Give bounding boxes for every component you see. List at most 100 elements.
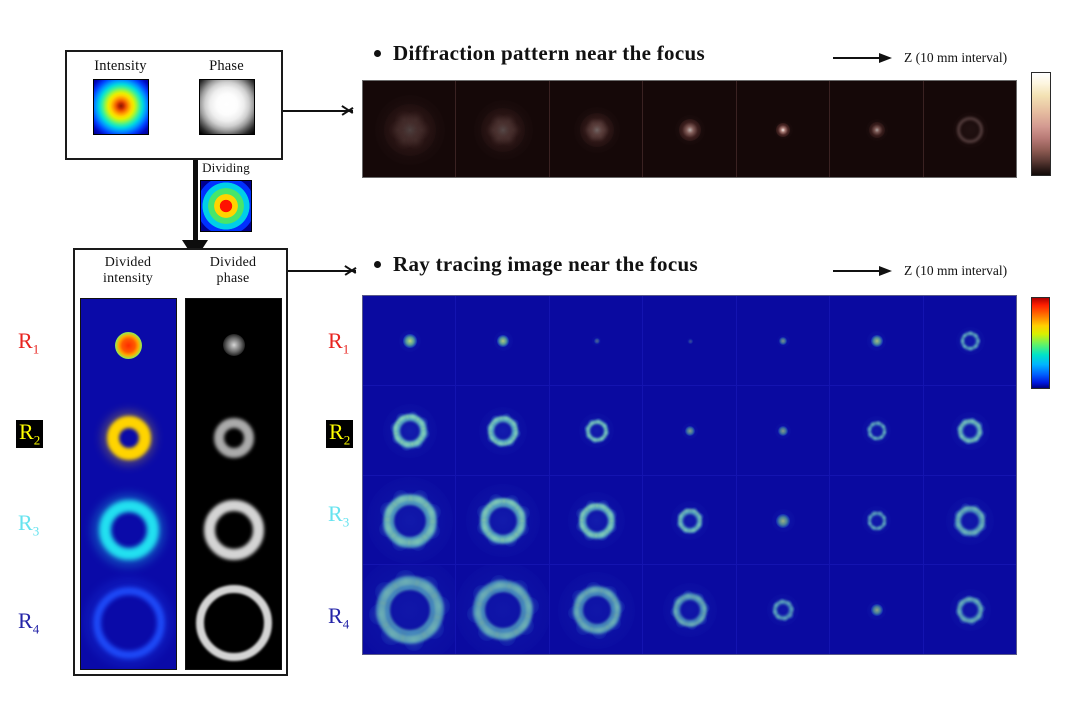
divided-row-label-r2: R2 [16,420,44,449]
raytrace-lobe [676,520,684,528]
raytrace-lobe [959,338,965,344]
raytrace-lobe [970,528,980,538]
raytrace-lobe [487,433,497,443]
divided-phase-annulus-R3 [203,500,264,561]
raytrace-lobe [396,412,407,423]
raytrace-cell-R3-z4 [737,475,831,565]
diffraction-speckle [406,111,425,129]
raytrace-lobe [957,599,965,608]
raytrace-cell-R4-z5 [830,565,924,654]
raytrace-lobe [973,332,979,338]
raytrace-cell-R2-z1 [456,385,550,475]
raytrace-cell-R2-z3 [643,385,737,475]
raytrace-lobe [975,338,982,344]
diffraction-panel-3 [549,81,644,177]
divided-intensity-glow-R2 [102,411,155,464]
raytrace-lobe [953,510,963,520]
raytrace-lobe [975,421,983,429]
divided-phase-annulus-R4 [195,584,272,661]
raytrace-lobe [412,438,424,449]
raytrace-lobe [953,520,963,530]
raytrace-cell-R4-z6 [924,565,1016,654]
raytrace-lobe [583,425,591,432]
raytrace-lobe [978,521,988,531]
divided-row-label-r1: R1 [18,328,39,356]
diffraction-panel-2 [456,81,550,177]
raytrace-lobe [403,630,425,651]
divided-intensity-image [80,298,177,670]
raytrace-row-label-r1: R1 [328,328,349,356]
diffraction-heading: Diffraction pattern near the focus [393,41,705,65]
raytrace-cell-R1-z3 [643,296,737,385]
raytrace-lobe [584,529,596,541]
raytracing-z-axis: Z (10 mm interval) [833,263,1007,279]
raytrace-cell-R3-z3 [643,475,737,565]
raytrace-row-label-r2: R2 [326,420,354,449]
raytrace-cell-R4-z4 [737,565,831,654]
raytrace-lobe [369,604,390,625]
raytrace-lobe [511,429,521,439]
raytrace-row-label-r3: R3 [328,501,350,530]
divided-intensity-label-line1: Divided [104,255,152,270]
raytrace-spot [776,513,791,528]
hot-bone-colorbar [1031,72,1051,176]
raytrace-lobe [395,569,416,591]
raytrace-lobe [967,330,973,336]
raytrace-lobe [423,522,440,539]
raytrace-cell-R1-z5 [830,296,924,385]
raytrace-lobe [584,432,592,440]
raytrace-lobe [510,418,520,428]
diffraction-spot [679,119,702,141]
raytrace-cell-R1-z2 [550,296,644,385]
r-letter: R [18,328,33,353]
raytrace-lobe [975,613,984,622]
right-arrow-icon [833,52,895,64]
raytrace-lobe [572,590,587,605]
dividing-ring-icon [200,180,252,232]
raytrace-lobe [506,437,515,447]
diffraction-z-label: Z (10 mm interval) [904,50,1008,65]
raytrace-lobe [501,413,511,423]
raytrace-lobe [867,432,873,438]
raytrace-row-R2 [363,385,1016,476]
raytrace-cell-R3-z1 [456,475,550,565]
divided-row-label-r4: R4 [18,610,39,636]
divided-row-label-r3: R3 [18,510,39,538]
intensity-cell: Intensity [73,58,168,135]
diffraction-speckle [500,113,516,129]
intensity-map-icon [92,79,149,135]
raytrace-lobe [485,423,495,433]
raytrace-lobe [781,616,788,623]
raytrace-lobe [672,595,683,607]
r-letter: R [18,510,33,535]
phase-label: Phase [209,58,244,74]
divided-phase-image [185,298,282,670]
r-letter: R [328,501,343,526]
diffraction-panel-6 [830,81,924,177]
raytrace-lobe [407,410,419,421]
raytrace-spot [593,338,600,344]
raytrace-spot [685,425,696,436]
arrow-head-icon [345,265,356,276]
raytrace-lobe [489,494,503,508]
raytrace-row-R4 [363,565,1016,654]
raytrace-lobe [503,533,518,547]
raytrace-cell-R2-z0 [363,385,457,475]
divided-intensity-glow-R4 [86,580,171,666]
r-index: 2 [33,432,41,448]
raytrace-lobe [586,581,601,597]
diffraction-pattern-strip [362,80,1017,178]
raytrace-lobe [576,620,591,635]
down-arrow-shaft [193,160,198,248]
r-index: 4 [342,616,350,632]
bullet-icon [374,50,381,57]
raytrace-lobe [959,615,968,624]
r-letter: R [328,328,343,353]
r-index: 3 [342,514,350,530]
raytrace-lobe [592,624,607,639]
arrow-head-icon [342,105,353,116]
raytrace-lobe [676,512,684,520]
diffraction-panel-4 [643,81,737,177]
raytrace-lobe [490,574,509,593]
diffraction-panel-7 [923,81,1016,177]
